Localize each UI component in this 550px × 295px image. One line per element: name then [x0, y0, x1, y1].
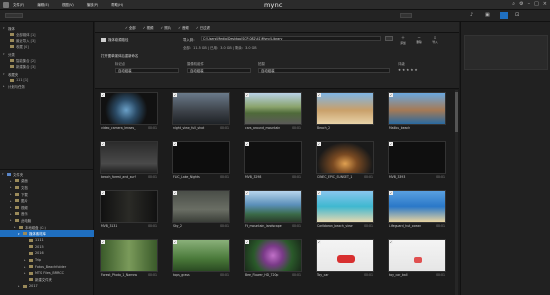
source-label: 媒体卷源路径	[108, 38, 129, 42]
sidebar-section-tasks[interactable]: ▸ 计划与任务	[0, 83, 93, 89]
preview-area	[464, 35, 548, 70]
sidebar: ▾ 媒体 全部媒体 [1] 最近导入 [3] 收藏 [0] ▾ 分类 智能集合 [2…	[0, 22, 94, 295]
layout-button[interactable]	[400, 13, 412, 18]
tree-row[interactable]: ▸ MTS Files_BRRCC	[0, 270, 94, 277]
menu-edit[interactable]: 编辑(E)	[37, 2, 49, 7]
media-thumb[interactable]: ✓ video_camera_lenses_ 00:01	[100, 92, 158, 132]
media-thumb[interactable]: ✓ MVB_3131 00:01	[100, 190, 158, 230]
folder-tree: ▾ 文件夹 ▸ 桌面 ▸ 文档 ▸ 下载 ▸ 图片 ▸ 视频 ▸ 音乐 ▸ 此电脑 ▸ 本地磁盘 …	[0, 169, 94, 290]
map-icon[interactable]: ⊡	[515, 12, 523, 19]
tree-row[interactable]: ▸ 视频	[0, 204, 94, 211]
toolbar: ♪ ▣ ⊡	[0, 10, 550, 22]
menu-view[interactable]: 视图(V)	[62, 2, 74, 7]
close-icon[interactable]: ×	[543, 1, 547, 7]
media-thumb[interactable]: ✓ Forest_Photo_1_Narrow 00:01	[100, 239, 158, 279]
camera-select[interactable]: 自动组装	[187, 68, 251, 73]
media-thumb[interactable]: ✓ Caribbean_beach_view 00:01	[316, 190, 374, 230]
media-thumb[interactable]: ✓ Malibu_beach	[388, 92, 446, 132]
media-thumb[interactable]: ✓ toy_car_ball 00:01	[388, 239, 446, 279]
main-panel: ✓ 全部 ✓ 视频 ✓ 照片 ✓ 音频 ✓ 已过滤 媒体卷源路径 导入到： 全部…	[95, 22, 459, 295]
video-icon[interactable]	[500, 12, 508, 19]
search-icon[interactable]: ⌕	[512, 1, 515, 7]
tree-row[interactable]: ▸ Fotos_Beachfolder	[0, 263, 94, 270]
media-thumb[interactable]: ✓ Ft_mountain_landscape 00:01	[244, 190, 302, 230]
folder-icon	[101, 37, 106, 42]
browse-button[interactable]	[385, 36, 393, 41]
filter-filtered[interactable]: ✓ 已过滤	[196, 25, 210, 30]
import-button[interactable]: ⇩ 导入	[428, 35, 442, 47]
media-thumb[interactable]: ✓ night_view_full_shot 00:01	[172, 92, 230, 132]
filter-bar: ✓ 全部 ✓ 视频 ✓ 照片 ✓ 音频 ✓ 已过滤	[95, 22, 459, 33]
grid-scrollbar[interactable]	[455, 90, 458, 295]
menu-help[interactable]: 帮助(H)	[111, 2, 123, 7]
photo-icon[interactable]: ▣	[485, 12, 493, 19]
settings-icon[interactable]: ⚙	[519, 1, 523, 7]
tree-row[interactable]: 1111	[0, 237, 94, 244]
media-thumb[interactable]: ✓ Toy_car 00:01	[316, 239, 374, 279]
media-thumb[interactable]: ✓ FLIC_Lake_Nights 00:01	[172, 141, 230, 181]
media-thumb[interactable]: ✓ CINEC_EPIC_SUNSET_1 00:01	[316, 141, 374, 181]
tree-row[interactable]: 2016	[0, 250, 94, 257]
tree-row[interactable]: ▸ 2017	[0, 283, 94, 290]
shoot-select[interactable]: 自动组装	[258, 68, 390, 73]
tree-row[interactable]: ▸ Trip	[0, 257, 94, 264]
filter-all[interactable]: ✓ 全部	[125, 25, 136, 30]
tree-row[interactable]: ▸ 本地磁盘 (C:)	[0, 224, 94, 231]
filter-audio[interactable]: ✓ 音频	[178, 25, 189, 30]
import-panel: 媒体卷源路径 导入到： 全部：11.5 GB | 已用：3.0 GB | 剩余：…	[95, 33, 459, 89]
delete-button[interactable]: − 删除	[412, 35, 426, 47]
filter-photo[interactable]: ✓ 照片	[160, 25, 171, 30]
tree-row[interactable]: ▸ 文档	[0, 184, 94, 191]
col-header: 评级	[398, 62, 405, 66]
tree-row[interactable]: 新建文件夹	[0, 277, 94, 284]
media-grid: ✓ video_camera_lenses_ 00:01 ✓ night_view_f…	[95, 89, 459, 295]
menu-play[interactable]: 播放(P)	[87, 2, 98, 7]
rename-label: 打开图单媒体后重新命名	[101, 54, 139, 58]
media-thumb[interactable]: ✓ MVB_3298 00:01	[244, 141, 302, 181]
rating-stars[interactable]: ★ ★ ★ ★ ★	[398, 68, 418, 72]
maximize-icon[interactable]: □	[534, 1, 539, 7]
import-path-field[interactable]	[201, 36, 381, 41]
tree-row[interactable]: ▾ 文件夹	[0, 171, 94, 178]
menu-file[interactable]: 文件(F)	[13, 2, 24, 7]
audio-icon[interactable]: ♪	[470, 12, 478, 19]
col-header: 拍摄	[258, 62, 265, 66]
media-thumb[interactable]: ✓ cars_around_mountain 00:01	[244, 92, 302, 132]
media-thumb[interactable]: ✓ MVB_3393 00:01	[388, 141, 446, 181]
tree-row[interactable]: ▸ 音乐	[0, 211, 94, 218]
tree-row[interactable]: ▸ 桌面	[0, 178, 94, 185]
storage-info: 全部：11.5 GB | 已用：3.0 GB | 剩余：3.0 GB	[183, 46, 257, 50]
tree-row[interactable]: ▸ 下载	[0, 191, 94, 198]
media-thumb[interactable]: ✓ tops_grass 00:01	[172, 239, 230, 279]
col-header: 摄像机组件	[187, 62, 204, 66]
tree-row-selected[interactable]: ▾ 媒体素材库	[0, 230, 94, 237]
media-thumb[interactable]: ✓ Lifeguard_hut_ocean 00:01	[388, 190, 446, 230]
import-to-label: 导入到：	[183, 38, 197, 42]
minimize-icon[interactable]: –	[528, 1, 531, 7]
filter-video[interactable]: ✓ 视频	[143, 25, 154, 30]
marker-select[interactable]: 自动组装	[115, 68, 179, 73]
col-header: 标记点	[115, 62, 126, 66]
home-button[interactable]	[5, 13, 23, 18]
media-thumb[interactable]: ✓ Sky_2 00:01	[172, 190, 230, 230]
preview-panel	[460, 22, 550, 295]
add-button[interactable]: ＋添加	[396, 35, 410, 47]
media-thumb[interactable]: ✓ Beach_2	[316, 92, 374, 132]
media-thumb[interactable]: ✓ beach_forest_and_surf 00:01	[100, 141, 158, 181]
media-thumb[interactable]: ✓ Bee_Flower_HD_720p 00:01	[244, 239, 302, 279]
app-icon	[3, 1, 9, 8]
tree-row[interactable]: ▸ 此电脑	[0, 217, 94, 224]
app-brand: mync	[264, 1, 283, 9]
tree-row[interactable]: ▸ 图片	[0, 197, 94, 204]
tree-row[interactable]: 2015	[0, 244, 94, 251]
menu-bar: 文件(F) 编辑(E) 视图(V) 播放(P) 帮助(H) mync ⌕ ⚙ –…	[0, 0, 550, 10]
